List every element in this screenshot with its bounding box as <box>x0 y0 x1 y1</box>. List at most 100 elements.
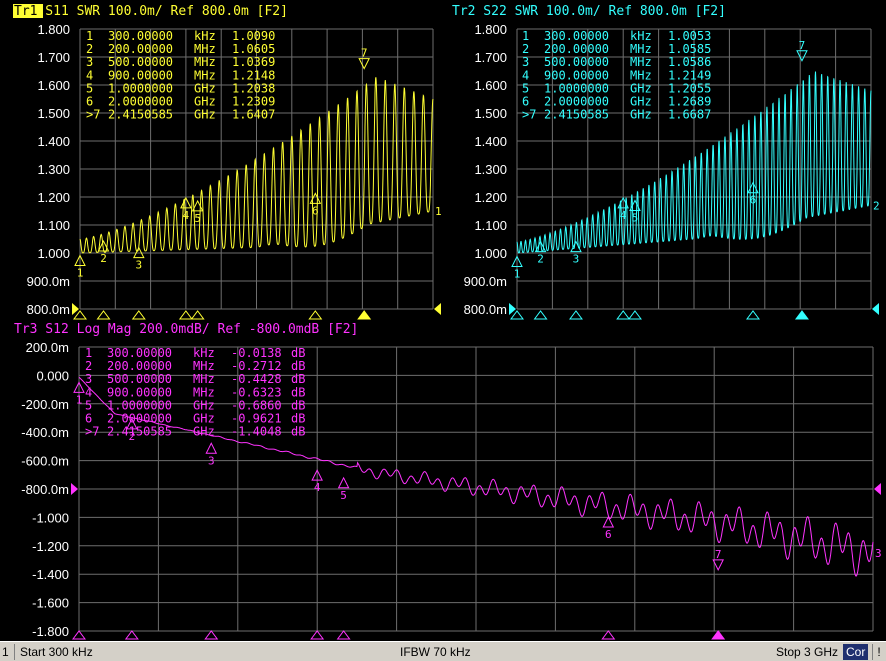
marker-readout-value-unit: dB <box>291 372 305 386</box>
warning-indicator[interactable]: ! <box>872 644 885 660</box>
marker-readout-id: 3 <box>522 55 529 69</box>
trace-panel-tr2: Tr2 S22 SWR 100.0m/ Ref 800.0m [F2] 1.800… <box>452 4 880 320</box>
marker-2-stimulus-indicator[interactable] <box>533 310 548 320</box>
marker-6-stimulus-indicator[interactable] <box>745 310 760 320</box>
marker-1-stimulus-indicator[interactable] <box>72 630 86 640</box>
marker-1-stimulus-indicator[interactable] <box>510 310 524 320</box>
marker-readout-value-unit: dB <box>291 359 305 373</box>
marker-7-triangle[interactable] <box>796 50 808 62</box>
marker-3-label: 3 <box>135 259 142 272</box>
marker-7-triangle[interactable] <box>358 58 370 70</box>
marker-readout-unit: kHz <box>630 29 652 43</box>
y-tick-label: 1.100 <box>37 218 70 233</box>
marker-readout-unit: MHz <box>630 55 652 69</box>
marker-readout-id: 6 <box>522 95 529 109</box>
marker-readout-row: 1 300.00000 kHz -0.0138 dB <box>85 346 305 360</box>
marker-6-triangle[interactable] <box>602 515 615 528</box>
marker-7-stimulus-indicator[interactable] <box>794 310 809 320</box>
marker-2-label: 2 <box>537 253 544 266</box>
marker-6-label: 6 <box>605 528 612 541</box>
marker-6-stimulus-indicator[interactable] <box>308 310 323 320</box>
marker-readout-frequency: 300.00000 <box>108 29 173 43</box>
trace-title[interactable]: Tr2 S22 SWR 100.0m/ Ref 800.0m [F2] <box>452 4 726 19</box>
marker-readout-value: -0.9621 <box>231 412 282 426</box>
marker-readout-value: 1.2055 <box>668 81 711 95</box>
marker-readout-row: >7 2.4150585 GHz 1.6407 <box>86 108 275 122</box>
trace-title[interactable]: Tr1 S11 SWR 100.0m/ Ref 800.0m [F2] <box>14 4 288 19</box>
ifbw-setting[interactable]: IFBW 70 kHz <box>400 644 471 660</box>
marker-7-stimulus-indicator[interactable] <box>357 310 372 320</box>
channel-indicator[interactable]: 1 <box>2 644 15 660</box>
marker-readout-id: 5 <box>86 81 93 95</box>
marker-readout-value: 1.2149 <box>668 68 711 82</box>
marker-readout-row: >7 2.4150585 GHz -1.4048 dB <box>85 425 305 439</box>
y-tick-label: 1.700 <box>474 50 507 65</box>
marker-readout-value-unit: dB <box>291 346 305 360</box>
marker-4-stimulus-indicator[interactable] <box>310 630 325 640</box>
marker-readout-frequency: 200.00000 <box>107 359 172 373</box>
marker-5-stimulus-indicator[interactable] <box>336 630 351 640</box>
y-tick-label: 1.300 <box>37 162 70 177</box>
trace-format: S11 SWR 100.0m/ Ref 800.0m [F2] <box>37 4 287 19</box>
marker-readout-unit: MHz <box>193 385 215 399</box>
marker-readout-frequency: 2.0000000 <box>108 95 173 109</box>
marker-5-stimulus-indicator[interactable] <box>627 310 642 320</box>
marker-readout-row: >7 2.4150585 GHz 1.6687 <box>522 108 711 122</box>
marker-readout-row: 4 900.00000 MHz -0.6323 dB <box>85 385 305 399</box>
trace-end-label: 1 <box>435 205 442 218</box>
marker-5-triangle[interactable] <box>337 476 350 489</box>
y-tick-label: 800.0m <box>464 302 507 317</box>
marker-readout-value-unit: dB <box>291 385 305 399</box>
marker-2-stimulus-indicator[interactable] <box>96 310 111 320</box>
marker-3-stimulus-indicator[interactable] <box>131 310 146 320</box>
marker-1-stimulus-indicator[interactable] <box>73 310 87 320</box>
marker-7-stimulus-indicator[interactable] <box>711 630 726 640</box>
marker-readout-value: -0.4428 <box>231 372 282 386</box>
start-frequency[interactable]: Start 300 kHz <box>20 644 93 660</box>
y-tick-label: 1.800 <box>474 22 507 37</box>
correction-status[interactable]: Cor <box>843 644 869 660</box>
marker-1-label: 1 <box>514 268 521 281</box>
marker-readout-id: >7 <box>522 108 536 122</box>
stop-frequency[interactable]: Stop 3 GHz <box>776 644 838 660</box>
marker-readout-unit: MHz <box>194 68 216 82</box>
marker-4-stimulus-indicator[interactable] <box>616 310 631 320</box>
y-tick-label: 1.400 <box>474 134 507 149</box>
trace-title[interactable]: Tr3 S12 Log Mag 200.0mdB/ Ref -800.0mdB … <box>14 322 358 337</box>
marker-2-stimulus-indicator[interactable] <box>124 630 139 640</box>
marker-readout-row: 2 200.00000 MHz 1.0605 <box>86 42 275 56</box>
marker-readout-row: 6 2.0000000 GHz 1.2309 <box>86 95 275 109</box>
y-tick-label: 900.0m <box>27 274 70 289</box>
marker-readout-unit: GHz <box>630 81 652 95</box>
marker-readout-row: 2 200.00000 MHz -0.2712 dB <box>85 359 305 373</box>
y-tick-label: -200.0m <box>21 397 69 412</box>
marker-readout-value: 1.2148 <box>232 68 275 82</box>
marker-readout-id: >7 <box>86 108 100 122</box>
marker-readout-unit: MHz <box>193 372 215 386</box>
y-tick-label: -1.800 <box>32 624 69 639</box>
marker-readout-value: -0.6860 <box>231 398 282 412</box>
marker-3-triangle[interactable] <box>205 442 218 454</box>
marker-6-stimulus-indicator[interactable] <box>601 630 616 640</box>
reference-level-marker <box>71 483 78 495</box>
marker-readout-value: 1.0369 <box>232 55 275 69</box>
marker-readout-value: 1.2309 <box>232 95 275 109</box>
y-tick-label: 1.400 <box>37 134 70 149</box>
marker-readout-value-unit: dB <box>291 425 305 439</box>
marker-4-stimulus-indicator[interactable] <box>178 310 193 320</box>
y-tick-label: 0.000 <box>36 368 69 383</box>
marker-readout-unit: GHz <box>193 398 215 412</box>
marker-readout-value: 1.6687 <box>668 108 711 122</box>
marker-readout-unit: GHz <box>194 81 216 95</box>
marker-readout-unit: GHz <box>193 425 215 439</box>
marker-3-stimulus-indicator[interactable] <box>568 310 583 320</box>
marker-5-stimulus-indicator[interactable] <box>190 310 205 320</box>
marker-readout-unit: MHz <box>630 42 652 56</box>
marker-3-stimulus-indicator[interactable] <box>204 630 219 640</box>
marker-readout-value: -0.6323 <box>231 385 282 399</box>
marker-readout-value: 1.0585 <box>668 42 711 56</box>
marker-readout-frequency: 300.00000 <box>107 346 172 360</box>
y-tick-label: -1.200 <box>32 539 69 554</box>
reference-level-marker <box>872 303 879 315</box>
marker-readout-frequency: 2.4150585 <box>544 108 609 122</box>
